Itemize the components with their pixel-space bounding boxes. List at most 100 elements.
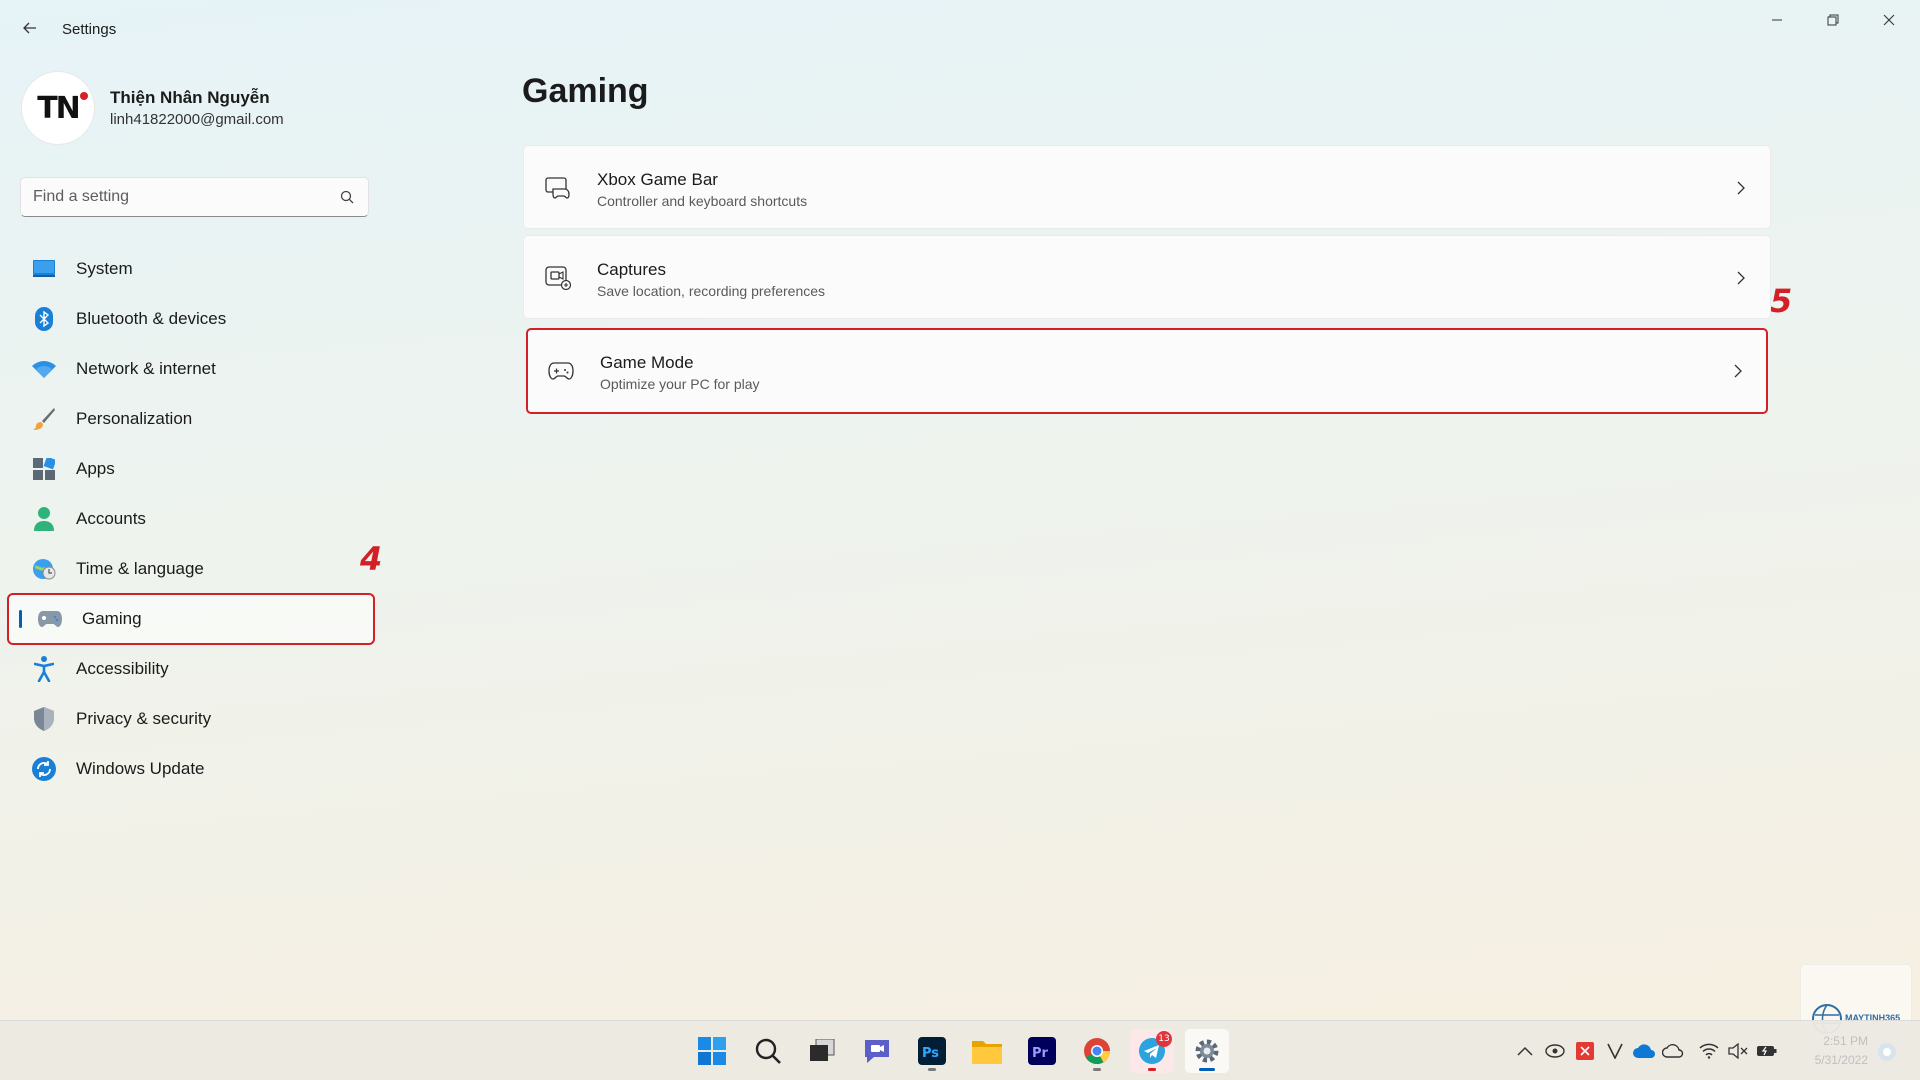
avatar: TN <box>22 72 94 144</box>
sidebar-item-label: Accessibility <box>76 659 169 678</box>
sidebar-item-network[interactable]: Network & internet <box>8 344 374 394</box>
tray-app-3[interactable] <box>1604 1040 1626 1062</box>
photoshop-button[interactable]: Ps <box>910 1029 954 1073</box>
v-app-icon <box>1607 1043 1623 1059</box>
minimize-icon <box>1772 19 1782 21</box>
notification-icon <box>1883 1048 1891 1056</box>
card-xbox-game-bar[interactable]: Xbox Game Bar Controller and keyboard sh… <box>523 145 1771 229</box>
photoshop-icon: Ps <box>918 1037 946 1065</box>
accessibility-icon <box>32 656 56 682</box>
tray-overflow-button[interactable] <box>1514 1040 1536 1062</box>
sidebar-item-personalization[interactable]: Personalization <box>8 394 374 444</box>
card-subtitle: Save location, recording preferences <box>597 283 826 299</box>
onedrive-button[interactable] <box>1633 1040 1655 1062</box>
restore-button[interactable] <box>1810 4 1856 36</box>
file-explorer-button[interactable] <box>965 1029 1009 1073</box>
page-title: Gaming <box>522 72 649 110</box>
user-name: Thiện Nhân Nguyễn <box>110 88 270 107</box>
sidebar-item-time-language[interactable]: Time & language <box>8 544 374 594</box>
card-title: Captures <box>597 260 666 279</box>
volume-muted-icon <box>1728 1043 1748 1059</box>
windows-start-icon <box>698 1037 726 1065</box>
card-subtitle: Controller and keyboard shortcuts <box>597 193 808 209</box>
running-indicator <box>1148 1068 1156 1071</box>
sidebar-item-bluetooth[interactable]: Bluetooth & devices <box>8 294 374 344</box>
shield-icon <box>32 707 56 731</box>
sidebar-item-windows-update[interactable]: Windows Update <box>8 744 374 794</box>
sidebar-item-privacy-security[interactable]: Privacy & security <box>8 694 374 744</box>
battery-charging-icon <box>1757 1046 1777 1056</box>
notification-badge: 13 <box>1156 1031 1172 1047</box>
avatar-initials: TN <box>37 90 81 126</box>
card-captures[interactable]: Captures Save location, recording prefer… <box>523 235 1771 319</box>
sidebar-item-accounts[interactable]: Accounts <box>8 494 374 544</box>
settings-gear-icon <box>1195 1039 1219 1063</box>
sidebar-item-accessibility[interactable]: Accessibility <box>8 644 374 694</box>
card-game-mode[interactable]: Game Mode Optimize your PC for play <box>526 328 1768 414</box>
search-box[interactable] <box>20 177 369 217</box>
user-profile[interactable]: TN Thiện Nhân Nguyễn linh41822000@gmail.… <box>22 72 382 144</box>
teams-chat-icon <box>865 1040 889 1063</box>
gamepad-icon <box>38 607 62 631</box>
sidebar-item-label: Privacy & security <box>76 709 212 728</box>
notification-center-button[interactable] <box>1878 1043 1896 1061</box>
cloud-icon <box>1662 1044 1684 1058</box>
sidebar-item-system[interactable]: System <box>8 244 374 294</box>
start-button[interactable] <box>690 1029 734 1073</box>
chevron-right-icon <box>1737 271 1745 285</box>
red-app-icon <box>1576 1042 1594 1060</box>
brush-icon <box>32 407 56 431</box>
user-email: linh41822000@gmail.com <box>110 111 284 128</box>
gamepad-icon <box>547 357 575 385</box>
search-input[interactable] <box>33 178 333 216</box>
settings-button[interactable] <box>1185 1029 1229 1073</box>
game-bar-icon <box>544 174 572 202</box>
minimize-button[interactable] <box>1754 4 1800 36</box>
back-button[interactable] <box>18 16 42 40</box>
sidebar-item-label: Bluetooth & devices <box>76 309 227 328</box>
sidebar-nav: System Bluetooth & devices Network & int… <box>7 244 375 794</box>
monitor-icon <box>32 257 56 281</box>
card-subtitle: Optimize your PC for play <box>600 376 760 392</box>
tray-app-2[interactable] <box>1574 1040 1596 1062</box>
taskbar-search-button[interactable] <box>746 1029 790 1073</box>
svg-text:Pr: Pr <box>1032 1046 1049 1061</box>
sidebar-item-apps[interactable]: Apps <box>8 444 374 494</box>
step-annotation-5: 5 <box>1770 282 1793 320</box>
premiere-button[interactable]: Pr <box>1020 1029 1064 1073</box>
sidebar-item-label: Windows Update <box>76 759 205 778</box>
tray-app-1[interactable] <box>1544 1040 1566 1062</box>
sidebar-item-label: Gaming <box>82 609 142 628</box>
title-bar: Settings <box>0 0 1920 60</box>
task-view-button[interactable] <box>800 1029 844 1073</box>
teams-chat-button[interactable] <box>855 1029 899 1073</box>
app-title: Settings <box>62 21 117 38</box>
chevron-up-icon <box>1517 1046 1533 1056</box>
avatar-dot <box>80 92 88 100</box>
sidebar-item-gaming[interactable]: Gaming <box>7 593 375 645</box>
clock[interactable]: 2:51 PM 5/31/2022 <box>1798 1032 1868 1070</box>
chrome-icon <box>1084 1038 1111 1065</box>
person-icon <box>32 507 56 531</box>
battery-button[interactable] <box>1756 1040 1778 1062</box>
clock-date: 5/31/2022 <box>1814 1053 1868 1067</box>
task-view-icon <box>810 1039 835 1061</box>
sidebar-item-label: Time & language <box>76 559 204 578</box>
svg-text:Ps: Ps <box>922 1046 939 1061</box>
network-status-button[interactable] <box>1698 1040 1720 1062</box>
cloud-button[interactable] <box>1662 1040 1684 1062</box>
telegram-button[interactable]: 13 <box>1130 1029 1174 1073</box>
close-button[interactable] <box>1866 4 1912 36</box>
apps-icon <box>32 457 56 481</box>
bluetooth-icon <box>32 307 56 331</box>
chevron-right-icon <box>1734 364 1742 378</box>
sidebar-item-label: System <box>76 259 133 278</box>
volume-button[interactable] <box>1727 1040 1749 1062</box>
eye-cloud-icon <box>1545 1044 1565 1058</box>
chrome-button[interactable] <box>1075 1029 1119 1073</box>
running-indicator <box>1093 1068 1101 1071</box>
file-explorer-icon <box>972 1041 1002 1064</box>
wifi-icon <box>1699 1043 1719 1059</box>
step-annotation-4: 4 <box>360 540 383 578</box>
back-arrow-icon <box>23 22 36 34</box>
